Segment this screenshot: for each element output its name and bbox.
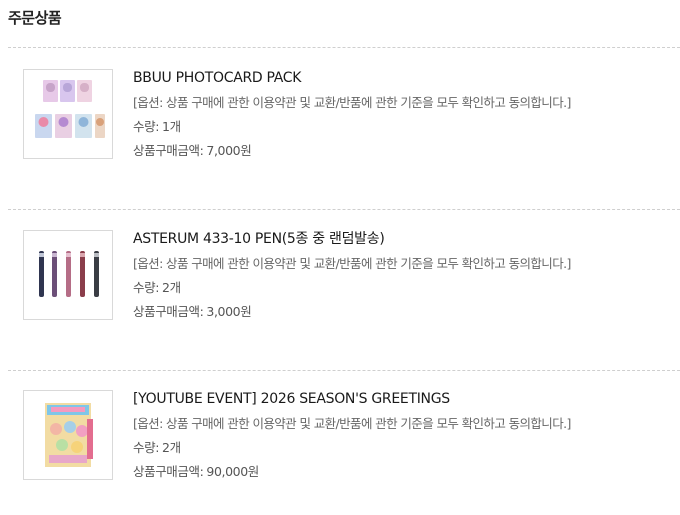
divider	[8, 370, 680, 371]
product-name[interactable]: BBUU PHOTOCARD PACK	[133, 69, 673, 87]
divider	[8, 209, 680, 210]
order-item: BBUU PHOTOCARD PACK [옵션: 상품 구매에 관한 이용약관 …	[0, 69, 680, 189]
product-name[interactable]: ASTERUM 433-10 PEN(5종 중 랜덤발송)	[133, 230, 673, 248]
order-item: ASTERUM 433-10 PEN(5종 중 랜덤발송) [옵션: 상품 구매…	[0, 230, 680, 350]
photocard-pack-image	[24, 70, 112, 158]
price-label: 상품구매금액:	[133, 304, 204, 319]
order-item-info: BBUU PHOTOCARD PACK [옵션: 상품 구매에 관한 이용약관 …	[133, 69, 673, 159]
price-value: 7,000원	[206, 143, 252, 158]
product-option: [옵션: 상품 구매에 관한 이용약관 및 교환/반품에 관한 기준을 모두 확…	[133, 95, 571, 110]
price-value: 3,000원	[206, 304, 252, 319]
divider	[8, 47, 680, 48]
seasons-greetings-image	[24, 391, 112, 479]
pen-set-image	[24, 231, 112, 319]
quantity-label: 수량:	[133, 280, 160, 295]
quantity-label: 수량:	[133, 440, 160, 455]
quantity-row: 수량: 2개	[133, 280, 673, 296]
price-label: 상품구매금액:	[133, 143, 204, 158]
price-row: 상품구매금액: 7,000원	[133, 143, 673, 159]
quantity-value: 1개	[162, 119, 181, 134]
quantity-value: 2개	[162, 440, 181, 455]
order-item: [YOUTUBE EVENT] 2026 SEASON'S GREETINGS …	[0, 390, 680, 510]
product-name[interactable]: [YOUTUBE EVENT] 2026 SEASON'S GREETINGS	[133, 390, 673, 408]
price-value: 90,000원	[206, 464, 259, 479]
quantity-row: 수량: 1개	[133, 119, 673, 135]
price-row: 상품구매금액: 3,000원	[133, 304, 673, 320]
pen-set-thumbnail[interactable]	[23, 230, 113, 320]
product-option: [옵션: 상품 구매에 관한 이용약관 및 교환/반품에 관한 기준을 모두 확…	[133, 256, 571, 271]
quantity-label: 수량:	[133, 119, 160, 134]
product-option: [옵션: 상품 구매에 관한 이용약관 및 교환/반품에 관한 기준을 모두 확…	[133, 416, 571, 431]
seasons-greetings-thumbnail[interactable]	[23, 390, 113, 480]
quantity-row: 수량: 2개	[133, 440, 673, 456]
photocard-pack-thumbnail[interactable]	[23, 69, 113, 159]
quantity-value: 2개	[162, 280, 181, 295]
order-item-info: [YOUTUBE EVENT] 2026 SEASON'S GREETINGS …	[133, 390, 673, 480]
price-row: 상품구매금액: 90,000원	[133, 464, 673, 480]
order-item-info: ASTERUM 433-10 PEN(5종 중 랜덤발송) [옵션: 상품 구매…	[133, 230, 673, 320]
section-title: 주문상품	[8, 9, 62, 27]
price-label: 상품구매금액:	[133, 464, 204, 479]
